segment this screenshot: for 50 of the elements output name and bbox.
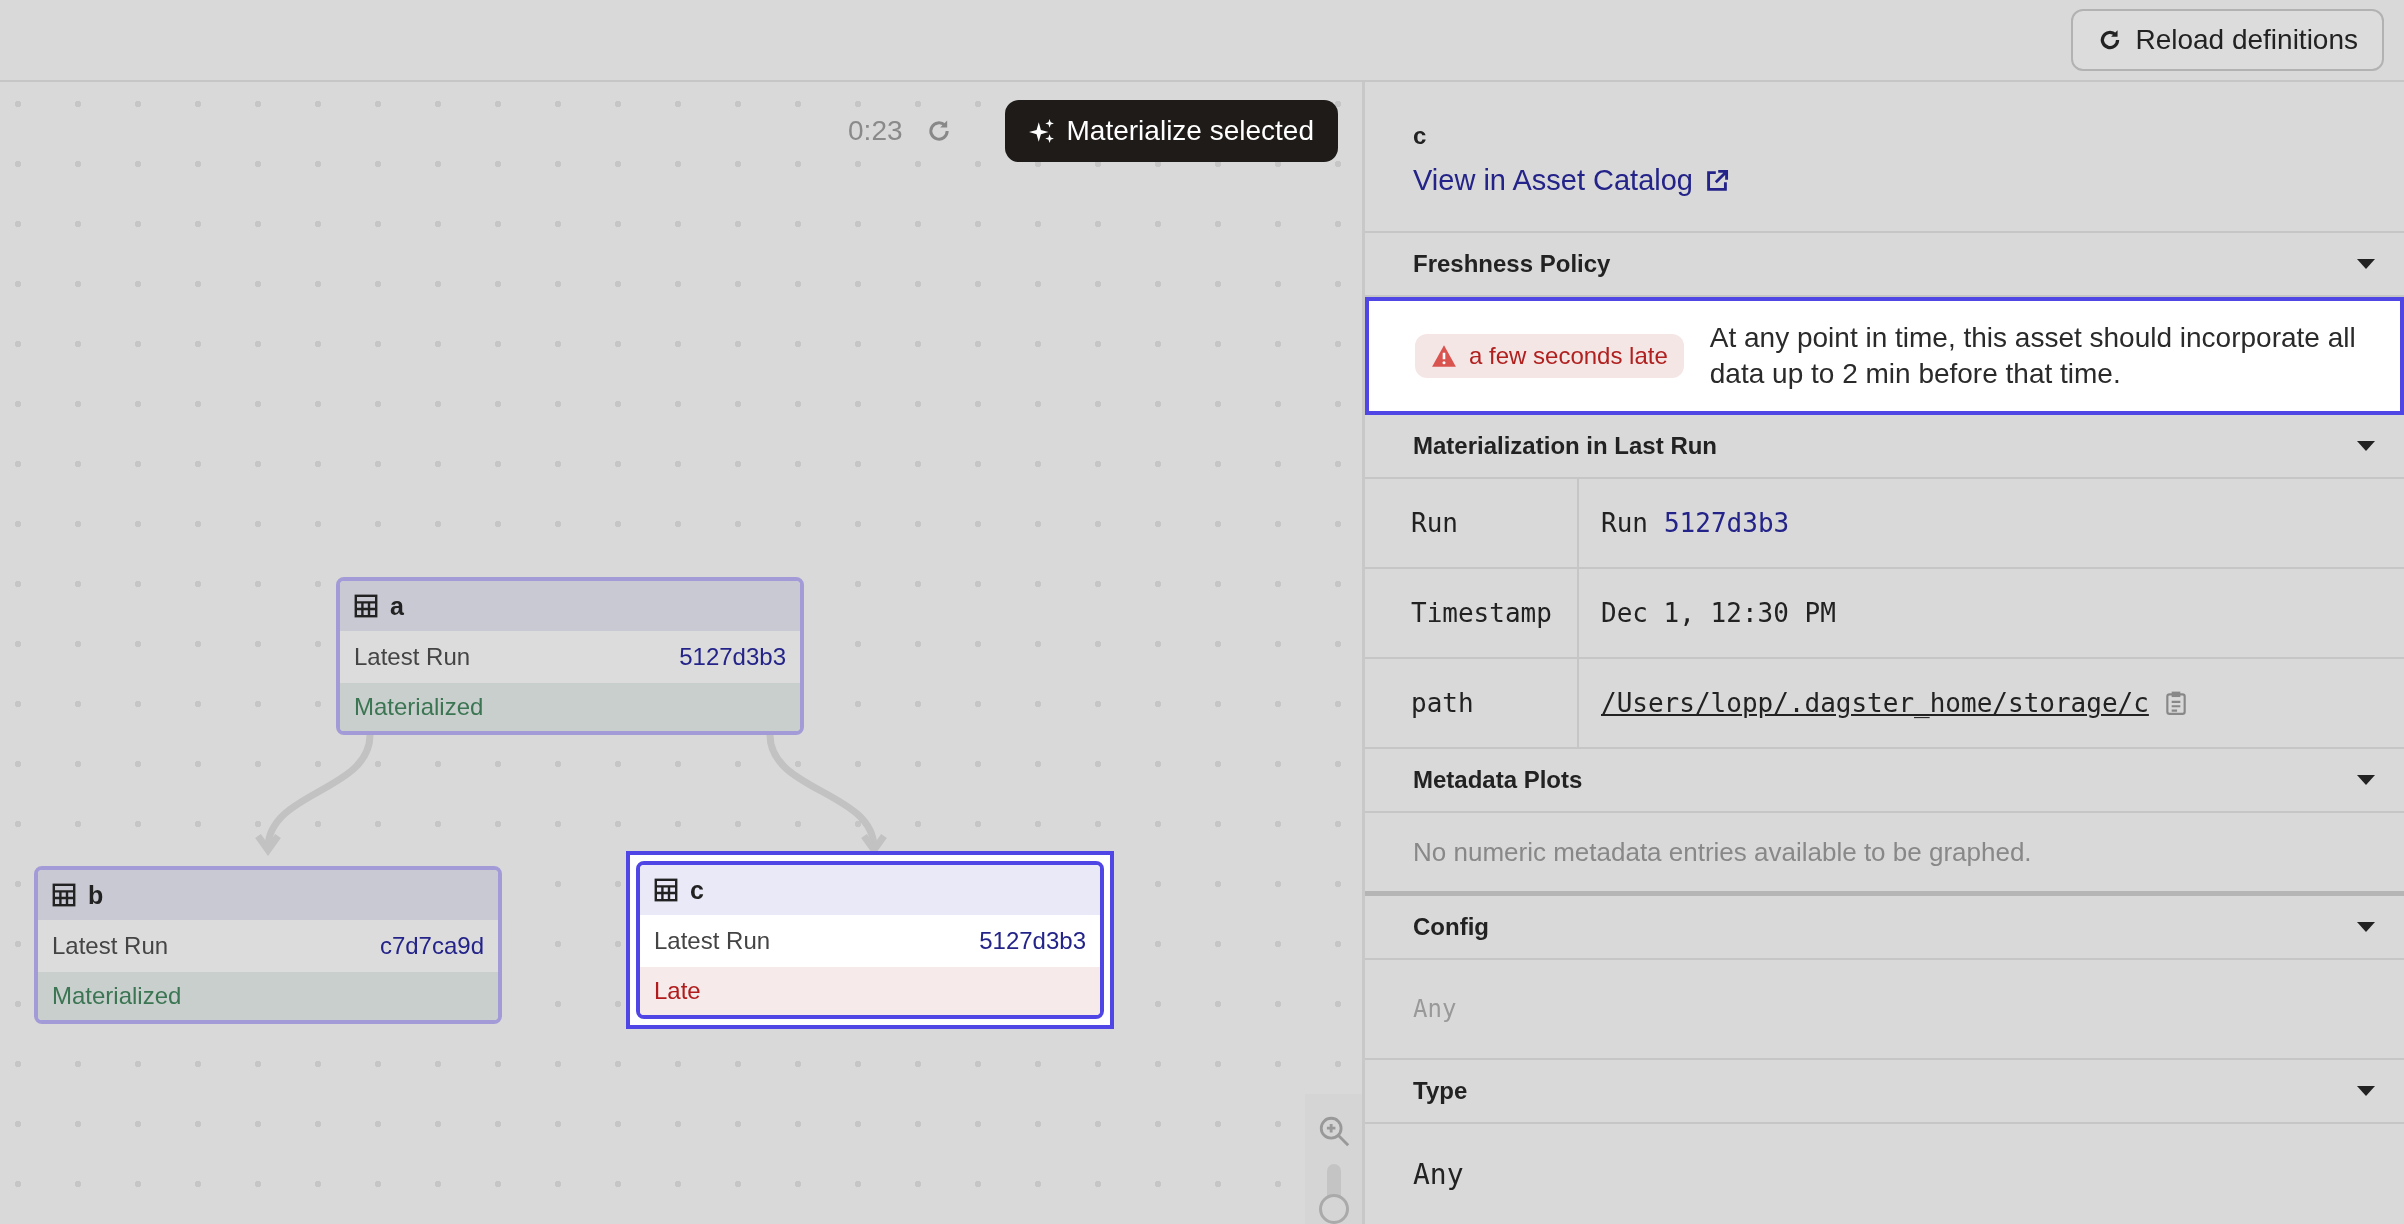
- asset-title: c: [1413, 122, 1428, 150]
- materialize-selected-button[interactable]: Materialize selected: [1004, 100, 1338, 162]
- empty-plots-message: No numeric metadata entries available to be graphed.: [1365, 813, 2404, 896]
- selected-asset-node[interactable]: c Latest Run 5127d3b3 Late: [626, 851, 1114, 1029]
- asset-type: Any: [1413, 1157, 1464, 1191]
- table-icon: [52, 883, 76, 907]
- clipboard-icon[interactable]: [2164, 690, 2187, 716]
- latest-run-label: Latest Run: [654, 927, 771, 955]
- asset-name: c: [690, 875, 704, 905]
- caret-icon: [2356, 258, 2376, 270]
- caret-icon: [2356, 440, 2376, 452]
- metadata-label: path: [1365, 659, 1579, 747]
- warning-icon: [1431, 344, 1457, 368]
- run-id-link[interactable]: 5127d3b3: [1663, 508, 1790, 538]
- asset-status: Materialized: [340, 683, 800, 731]
- section-header[interactable]: Materialization in Last Run: [1365, 415, 2404, 479]
- path-link[interactable]: /Users/lopp/.dagster_home/storage/c: [1601, 688, 2149, 718]
- metadata-value: Run: [1601, 508, 1648, 538]
- caret-icon: [2356, 921, 2376, 933]
- table-icon: [654, 878, 678, 902]
- zoom-slider-thumb[interactable]: [1318, 1194, 1349, 1224]
- caret-icon: [2356, 1085, 2376, 1097]
- caret-icon: [2356, 774, 2376, 786]
- section-header[interactable]: Type: [1365, 1060, 2404, 1124]
- metadata-label: Run: [1365, 479, 1579, 567]
- metadata-label: Timestamp: [1365, 569, 1579, 657]
- run-id-link[interactable]: 5127d3b3: [979, 927, 1086, 955]
- latest-run-label: Latest Run: [52, 932, 169, 960]
- reload-definitions-button[interactable]: Reload definitions: [2071, 9, 2384, 71]
- metadata-value: Dec 1, 12:30 PM: [1601, 598, 1836, 628]
- table-icon: [354, 594, 378, 618]
- asset-status: Late: [640, 967, 1100, 1015]
- late-badge: a few seconds late: [1415, 334, 1684, 378]
- latest-run-label: Latest Run: [354, 643, 471, 671]
- sparkle-icon: [1028, 118, 1055, 144]
- config-type: Any: [1413, 995, 1457, 1023]
- asset-name: a: [390, 591, 404, 621]
- run-id-link[interactable]: 5127d3b3: [679, 643, 786, 671]
- view-in-asset-catalog-link[interactable]: View in Asset Catalog: [1413, 164, 1729, 197]
- asset-node[interactable]: a Latest Run 5127d3b3 Materialized: [336, 577, 804, 735]
- external-link-icon: [1704, 168, 1729, 193]
- section-header[interactable]: Metadata Plots: [1365, 749, 2404, 813]
- zoom-slider[interactable]: [1318, 1164, 1349, 1224]
- asset-status: Materialized: [38, 972, 498, 1020]
- freshness-description: At any point in time, this asset should incorporate all data up to 2 min before that time.: [1709, 320, 2357, 391]
- asset-name: b: [88, 880, 104, 910]
- run-id-link[interactable]: c7d7ca9d: [379, 932, 484, 960]
- refresh-timer: 0:23: [848, 115, 903, 147]
- section-header[interactable]: Config: [1365, 896, 2404, 960]
- asset-node[interactable]: b Latest Run c7d7ca9d Materialized: [34, 866, 502, 1024]
